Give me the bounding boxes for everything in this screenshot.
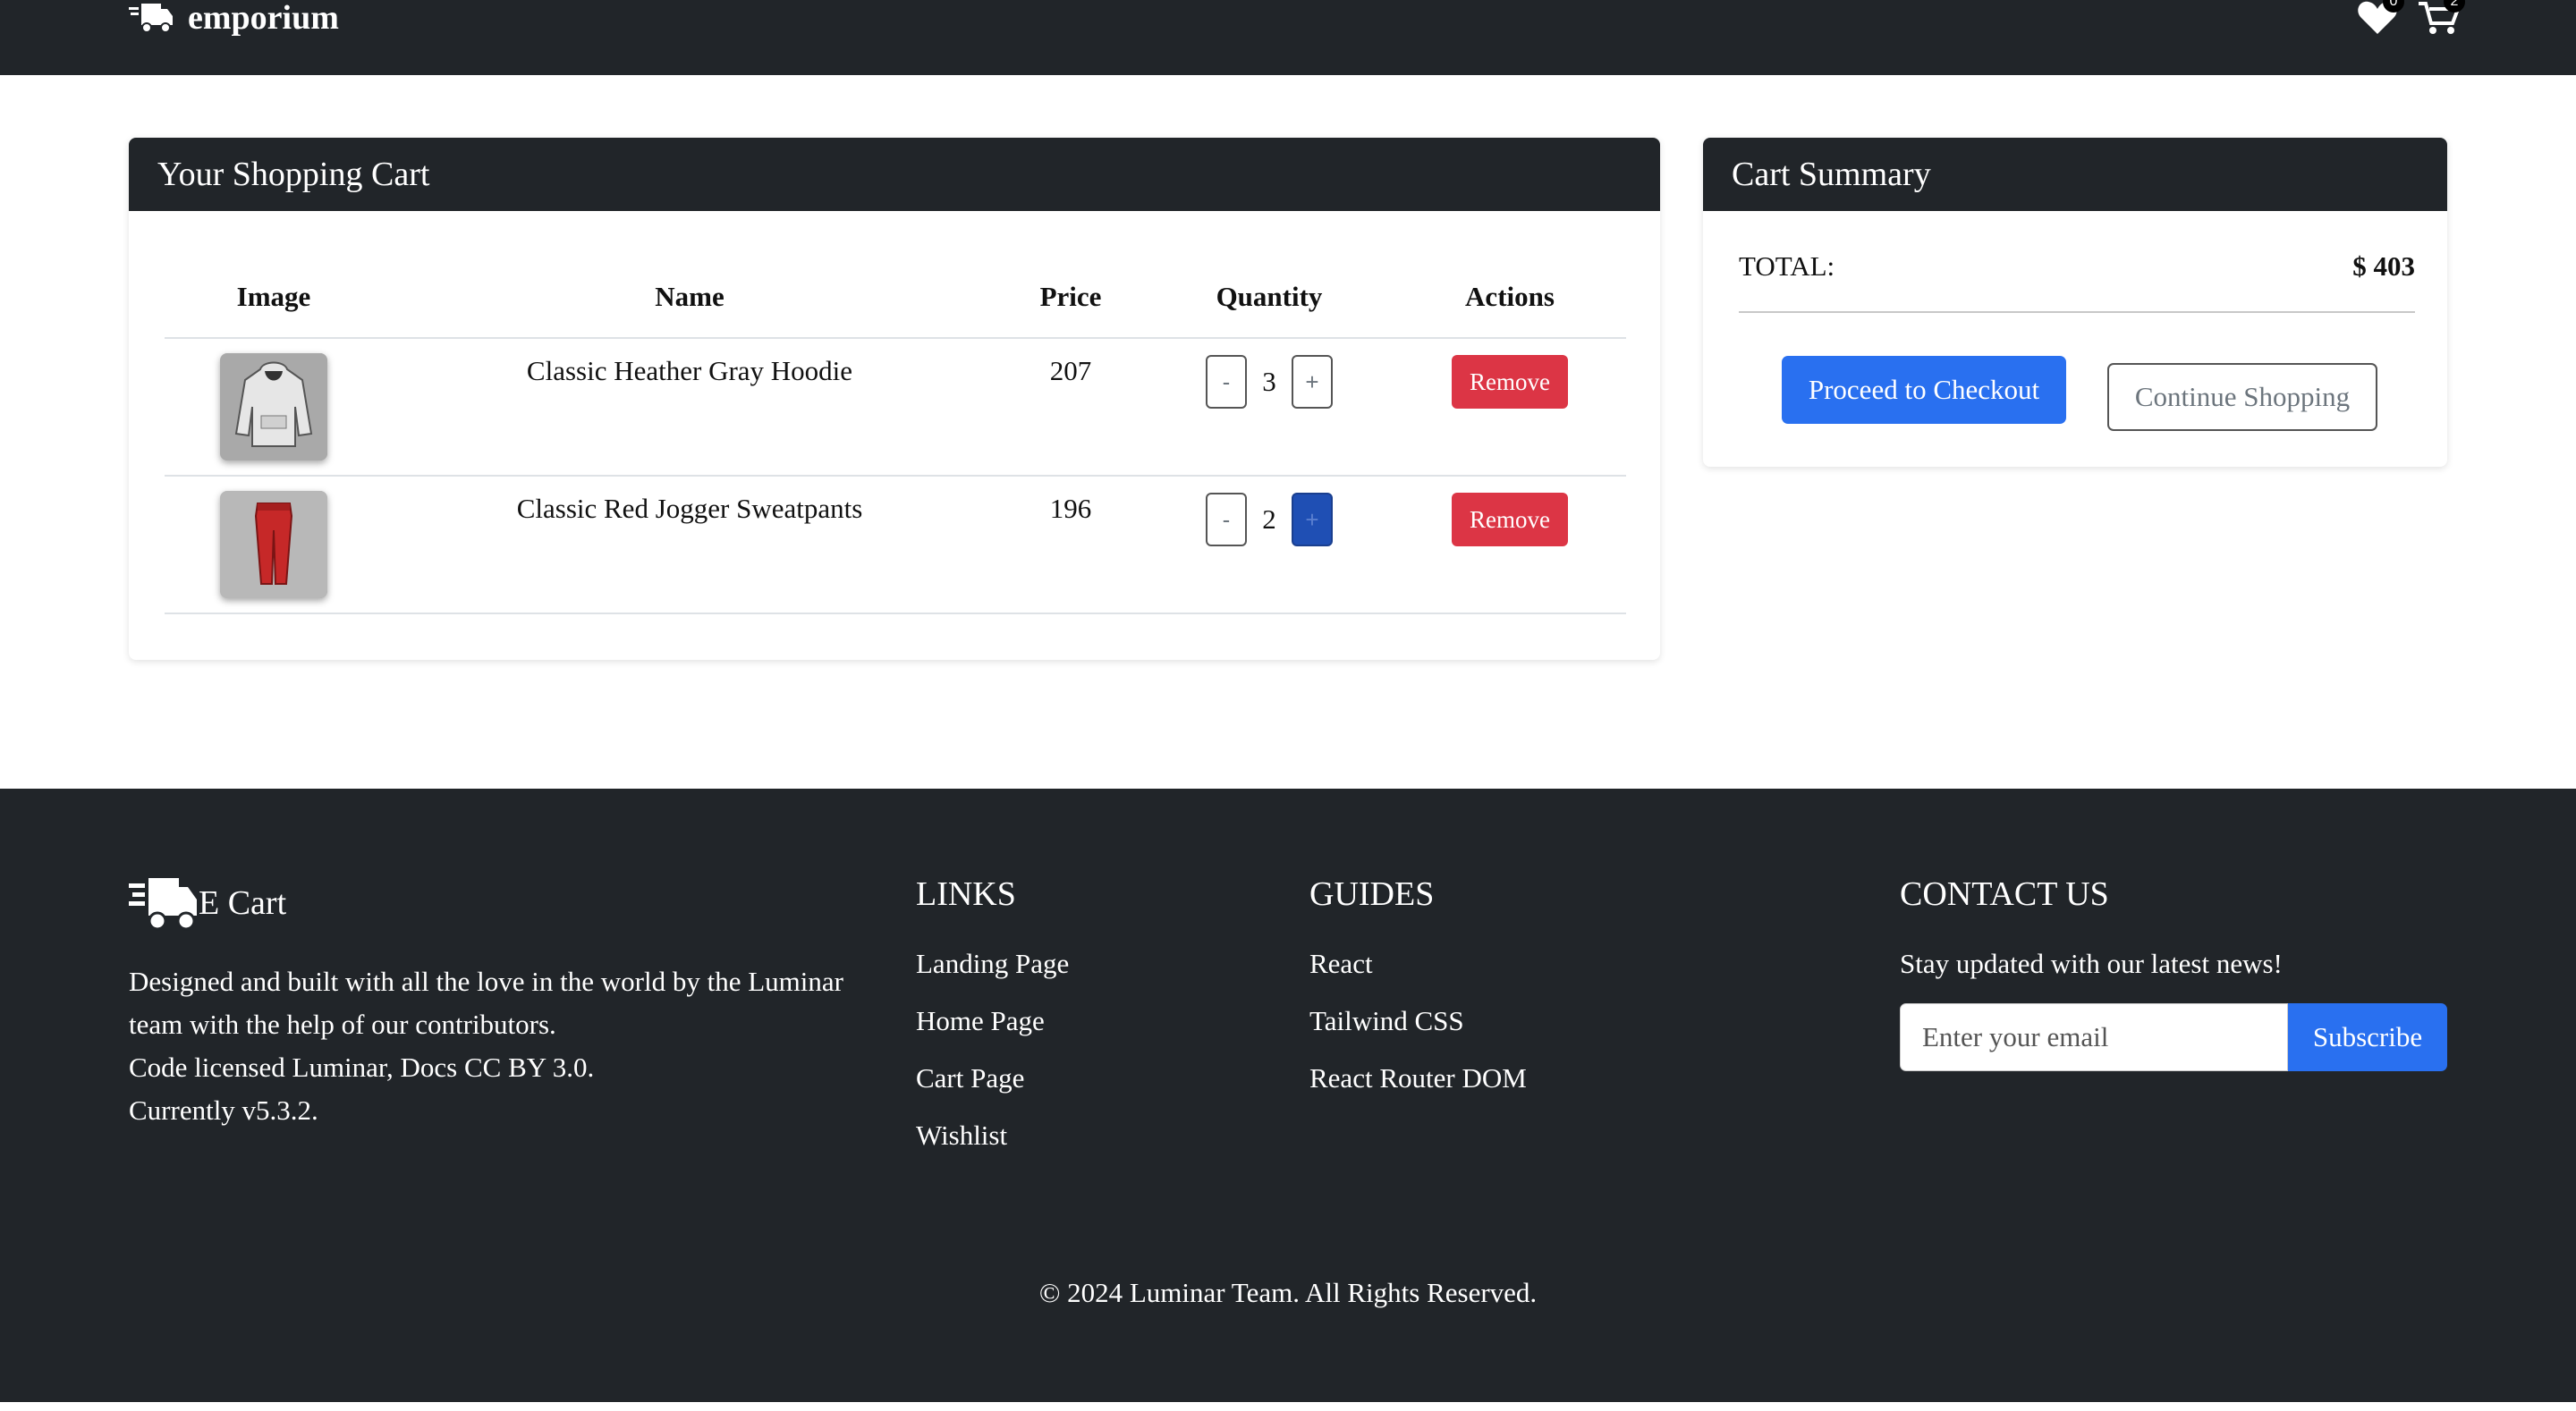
joggers-image [220,491,327,598]
continue-shopping-button[interactable]: Continue Shopping [2107,363,2377,431]
decrease-quantity-button[interactable]: - [1206,493,1247,546]
footer-link-cart-page[interactable]: Cart Page [916,1062,1024,1094]
contact-text: Stay updated with our latest news! [1900,948,2283,979]
email-input[interactable] [1900,1003,2288,1071]
footer-link-landing-page[interactable]: Landing Page [916,948,1069,980]
quantity-cell: - 2 + [1145,476,1394,614]
product-image-hoodie [220,353,327,460]
footer-description: Designed and built with all the love in … [129,960,880,1132]
column-header-name: Name [383,256,996,339]
remove-button[interactable]: Remove [1452,493,1568,546]
footer: E Cart Designed and built with all the l… [0,789,2576,1402]
subscribe-form: Subscribe [1900,1003,2447,1071]
footer-guide-tailwind[interactable]: Tailwind CSS [1309,1005,1464,1037]
product-image-cell [165,338,383,477]
cart-table-header: Image Name Price Quantity Actions [165,256,1626,339]
footer-brand: E Cart [129,874,286,932]
column-header-quantity: Quantity [1145,256,1394,339]
summary-title: Cart Summary [1703,138,2447,211]
links-title: LINKS [916,875,1016,913]
brand-name: emporium [188,0,339,37]
quantity-stepper: - 3 + [1145,355,1394,409]
footer-link-home-page[interactable]: Home Page [916,1005,1045,1037]
proceed-to-checkout-button[interactable]: Proceed to Checkout [1782,356,2066,424]
guides-title: GUIDES [1309,875,1435,913]
truck-icon [129,4,173,33]
remove-button[interactable]: Remove [1452,355,1568,409]
total-row: TOTAL: $ 403 [1739,250,2415,313]
product-image-joggers [220,491,327,598]
page-bottom-edge [0,1402,2576,1411]
quantity-stepper: - 2 + [1145,493,1394,546]
subscribe-button[interactable]: Subscribe [2288,1003,2447,1071]
increase-quantity-button[interactable]: + [1292,493,1333,546]
footer-link-wishlist[interactable]: Wishlist [916,1120,1007,1152]
product-name: Classic Red Jogger Sweatpants [383,476,996,614]
cart-summary-card: Cart Summary TOTAL: $ 403 Proceed to Che… [1703,138,2447,467]
truck-icon [129,878,197,931]
column-header-price: Price [996,256,1145,339]
cart-button[interactable]: 2 [2417,0,2465,36]
actions-cell: Remove [1394,338,1626,477]
table-row: Classic Heather Gray Hoodie 207 - 3 + Re… [165,338,1626,477]
wishlist-button[interactable]: 0 [2356,0,2404,36]
footer-description-line: Code licensed Luminar, Docs CC BY 3.0. [129,1052,595,1083]
product-image-cell [165,476,383,614]
shopping-cart-card: Your Shopping Cart Image Name Price Quan… [129,138,1660,660]
total-label: TOTAL: [1739,250,1835,282]
hoodie-image [220,353,327,460]
column-header-actions: Actions [1394,256,1626,339]
footer-description-line: Currently v5.3.2. [129,1094,318,1126]
navbar: emporium 0 2 [0,0,2576,75]
column-header-image: Image [165,256,383,339]
product-price: 207 [996,338,1145,477]
product-name: Classic Heather Gray Hoodie [383,338,996,477]
increase-quantity-button[interactable]: + [1292,355,1333,409]
decrease-quantity-button[interactable]: - [1206,355,1247,409]
footer-brand-name: E Cart [199,884,287,922]
copyright-text: © 2024 Luminar Team. All Rights Reserved… [1038,1277,1538,1308]
footer-description-line: Designed and built with all the love in … [129,966,843,1040]
cart-title: Your Shopping Cart [129,138,1660,211]
brand-link[interactable]: emporium [129,0,339,37]
actions-cell: Remove [1394,476,1626,614]
cart-table: Image Name Price Quantity Actions Classi… [165,256,1626,614]
table-row: Classic Red Jogger Sweatpants 196 - 2 + … [165,476,1626,614]
quantity-value: 3 [1262,366,1276,397]
footer-guide-react-router[interactable]: React Router DOM [1309,1062,1527,1094]
quantity-value: 2 [1262,503,1276,535]
contact-title: CONTACT US [1900,875,2109,913]
product-price: 196 [996,476,1145,614]
footer-guide-react[interactable]: React [1309,948,1373,980]
quantity-cell: - 3 + [1145,338,1394,477]
total-value: $ 403 [2352,250,2415,282]
nav-icons: 0 2 [2356,0,2465,36]
